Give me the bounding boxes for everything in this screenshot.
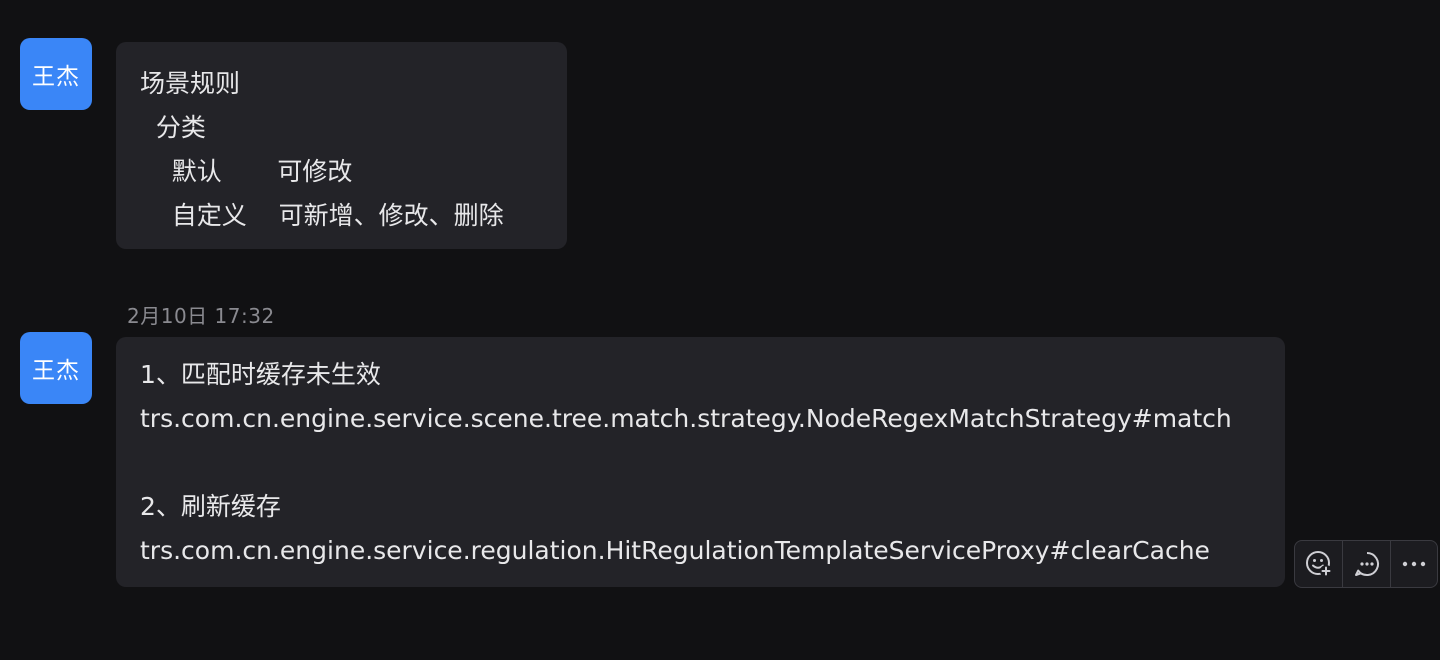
chat-area: 王杰 场景规则 分类 默认 可修改 自定义 可新增、修改、删除 2月10日 17…	[0, 0, 1440, 660]
add-reaction-icon	[1304, 549, 1334, 579]
more-icon	[1399, 549, 1429, 579]
reply-button[interactable]	[1342, 541, 1389, 587]
avatar[interactable]: 王杰	[20, 38, 92, 110]
add-reaction-button[interactable]	[1295, 541, 1342, 587]
message-bubble[interactable]: 场景规则 分类 默认 可修改 自定义 可新增、修改、删除	[116, 42, 567, 249]
message-line: 分类	[140, 113, 206, 142]
message-line: 默认 可修改	[140, 157, 353, 186]
message-timestamp: 2月10日 17:32	[127, 304, 275, 328]
message-line	[140, 441, 1261, 485]
message-line: 2、刷新缓存	[140, 492, 281, 521]
message-bubble[interactable]: 1、匹配时缓存未生效 trs.com.cn.engine.service.sce…	[116, 337, 1285, 587]
avatar[interactable]: 王杰	[20, 332, 92, 404]
message-line: 自定义 可新增、修改、删除	[140, 201, 504, 230]
message-line: 1、匹配时缓存未生效	[140, 360, 381, 389]
message-action-toolbar	[1294, 540, 1438, 588]
message-line: trs.com.cn.engine.service.scene.tree.mat…	[140, 404, 1232, 433]
message-line: 场景规则	[140, 69, 241, 98]
reply-icon	[1352, 549, 1382, 579]
message-line: trs.com.cn.engine.service.regulation.Hit…	[140, 536, 1210, 565]
more-button[interactable]	[1389, 541, 1437, 587]
